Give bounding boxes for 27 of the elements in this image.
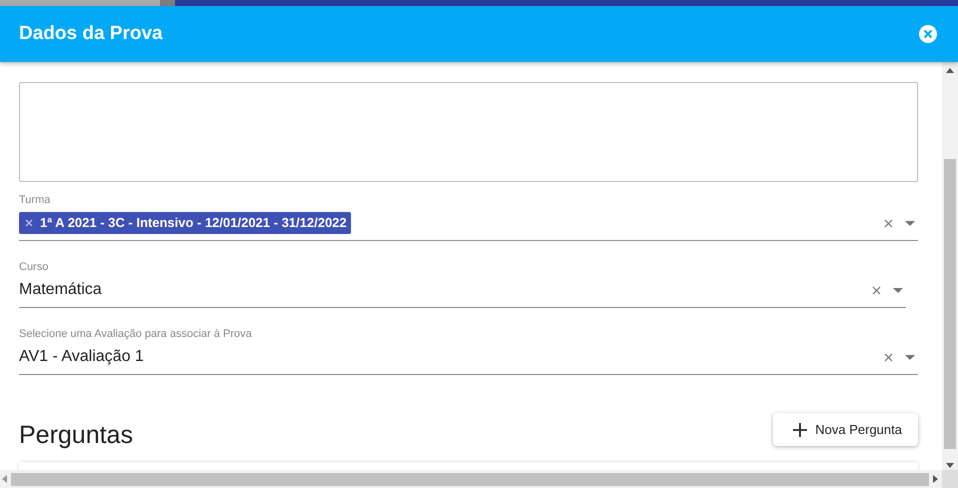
select-field[interactable]: 1ª A 2021 - 3C - Intensivo - 12/01/2021 - 31/12/2022: [19, 207, 918, 241]
select-field[interactable]: Matemática: [19, 274, 906, 308]
scroll-right-icon[interactable]: [933, 475, 938, 483]
vertical-scrollbar[interactable]: [942, 62, 958, 470]
scroll-left-icon[interactable]: [2, 475, 7, 483]
remove-icon[interactable]: [25, 218, 33, 226]
horizontal-scrollbar[interactable]: [0, 470, 958, 488]
scrollbar-corner: [942, 470, 958, 488]
clear-icon[interactable]: [884, 352, 893, 362]
close-button[interactable]: [918, 24, 938, 44]
dropdown-icon[interactable]: [893, 288, 903, 292]
scroll-up-icon[interactable]: [946, 68, 954, 73]
description-field[interactable]: [19, 82, 918, 182]
select-field[interactable]: AV1 - Avaliação 1: [19, 341, 918, 375]
plus-icon: [793, 422, 808, 436]
section-heading: Perguntas: [19, 421, 133, 450]
scroll-down-icon[interactable]: [946, 463, 954, 468]
field-label: Turma: [19, 194, 52, 207]
clear-icon[interactable]: [884, 218, 893, 228]
clear-icon[interactable]: [872, 286, 881, 294]
dialog-title: Dados da Prova: [19, 23, 163, 45]
field-label: Curso: [19, 261, 50, 274]
dropdown-icon[interactable]: [905, 354, 915, 360]
new-question-button[interactable]: Nova Pergunta: [773, 413, 918, 446]
field-label: Selecione uma Avaliação para associar à Prova: [19, 328, 253, 341]
dropdown-icon[interactable]: [905, 220, 915, 226]
selected-chip[interactable]: 1ª A 2021 - 3C - Intensivo - 12/01/2021 - 31/12/2022: [19, 212, 351, 234]
